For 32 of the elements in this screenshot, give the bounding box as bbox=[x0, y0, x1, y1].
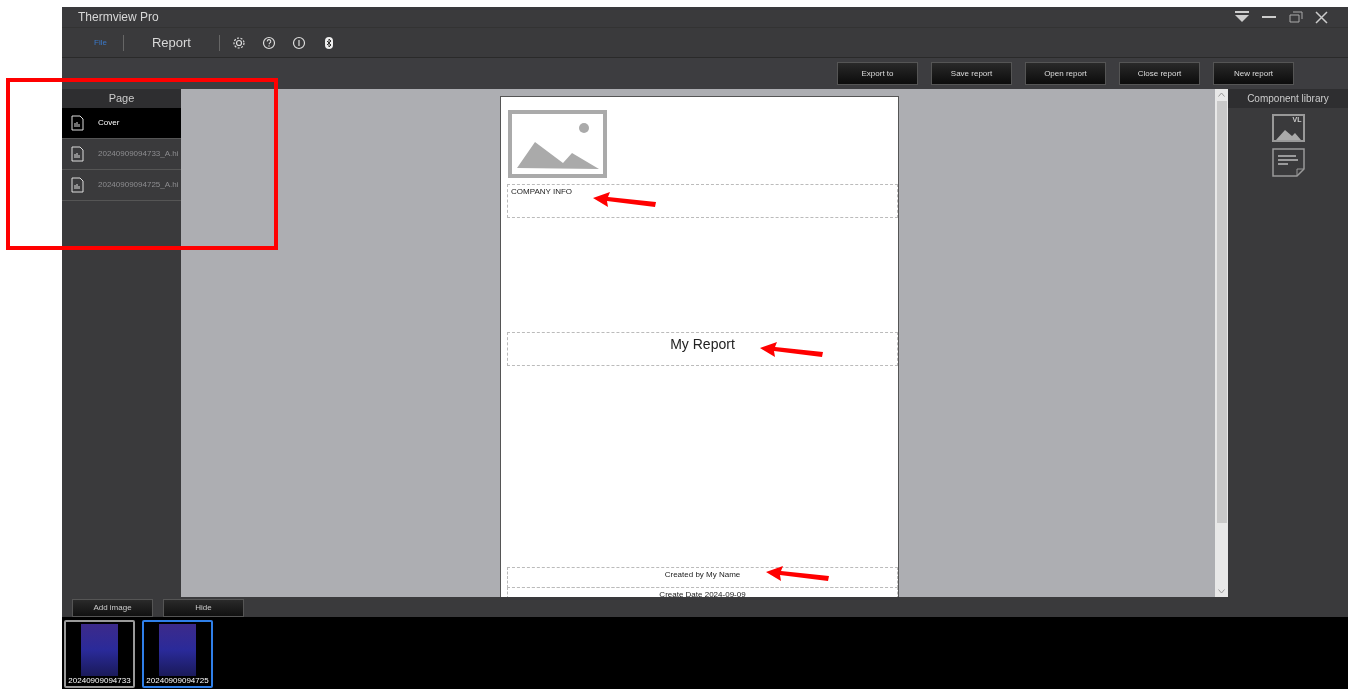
toolbar-button[interactable]: Export to bbox=[837, 62, 918, 85]
image-placeholder-icon bbox=[508, 110, 607, 178]
toolbar-button[interactable]: New report bbox=[1213, 62, 1294, 85]
help-icon[interactable] bbox=[261, 35, 276, 50]
panel-title: Component library bbox=[1228, 89, 1348, 108]
photo-placeholder bbox=[81, 624, 118, 676]
menu-tab[interactable]: Report bbox=[131, 32, 211, 53]
document-icon bbox=[71, 177, 84, 193]
thumbnail-caption: 20240909094725 bbox=[146, 677, 209, 685]
text-component-icon[interactable] bbox=[1271, 148, 1305, 177]
thumbnail-caption: 20240909094733 bbox=[68, 677, 131, 685]
window-title: Thermview Pro bbox=[78, 9, 159, 26]
bottom-button[interactable]: Add image bbox=[72, 599, 153, 617]
bottom-button[interactable]: Hide bbox=[163, 599, 244, 617]
mountain-icon bbox=[1275, 128, 1301, 140]
page-list-item[interactable]: Cover bbox=[62, 108, 181, 139]
toolbar-button[interactable]: Close report bbox=[1119, 62, 1200, 85]
scrollbar[interactable] bbox=[1215, 89, 1228, 597]
toolbar-button[interactable]: Save report bbox=[931, 62, 1012, 85]
thumbnail[interactable]: 20240909094725 bbox=[142, 620, 213, 688]
photo-placeholder bbox=[159, 624, 196, 676]
toolbar-button[interactable]: Open report bbox=[1025, 62, 1106, 85]
panel-title: Page bbox=[62, 89, 181, 108]
dropdown-icon[interactable] bbox=[1235, 11, 1249, 23]
settings-icon[interactable] bbox=[231, 35, 246, 50]
close-icon[interactable] bbox=[1315, 10, 1328, 24]
document-icon bbox=[71, 146, 84, 162]
thumbnail[interactable]: 20240909094733 bbox=[64, 620, 135, 688]
restore-icon[interactable] bbox=[1289, 11, 1303, 23]
document-icon bbox=[71, 115, 84, 131]
scroll-thumb[interactable] bbox=[1216, 101, 1227, 523]
info-icon[interactable] bbox=[291, 35, 306, 50]
